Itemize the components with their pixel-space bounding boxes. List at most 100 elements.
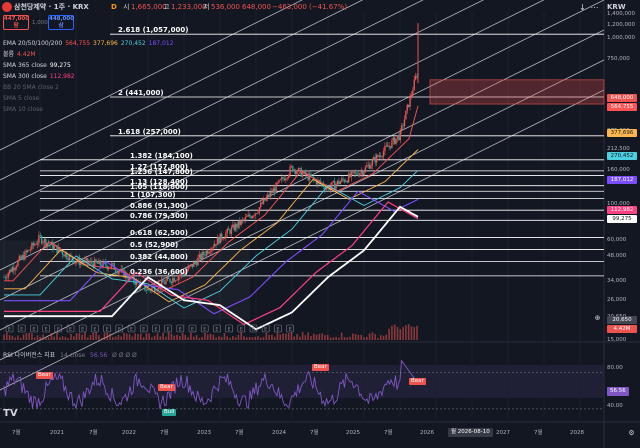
volume-bar <box>156 333 159 340</box>
candle-body <box>339 181 341 185</box>
arrow-down-icon[interactable]: ↓ <box>578 3 587 12</box>
chart-canvas[interactable]: EEEEEEEEEEEEEEEEEEEEEEEE <box>0 0 640 448</box>
tradingview-logo[interactable]: TV <box>3 409 18 419</box>
time-axis-label: 7월 <box>12 430 21 436</box>
indicator-row[interactable]: SMA 10 close <box>3 106 43 114</box>
volume-bar <box>181 333 184 340</box>
candle-body <box>38 235 40 243</box>
volume-bar <box>72 336 75 340</box>
candle-body <box>375 154 378 163</box>
volume-bar <box>248 337 251 340</box>
time-axis-label: 2022 <box>122 430 136 436</box>
candle-body <box>265 197 268 201</box>
plus-icon[interactable]: ⊕ <box>593 314 602 323</box>
fib-level-label: 1.236 (147,800) <box>130 167 193 176</box>
indicator-row[interactable]: 볼륨 4.42M <box>3 51 36 59</box>
candle-body <box>209 251 212 253</box>
volume-bar <box>145 333 148 340</box>
volume-bar <box>382 335 385 340</box>
candle-body <box>290 166 293 167</box>
shade-region <box>0 240 250 319</box>
settings-icon[interactable]: ⚙ <box>627 429 636 438</box>
price-axis-tick: 60,000 <box>607 237 627 244</box>
buy-button[interactable]: 448,000 삼 <box>48 15 74 30</box>
volume-bar <box>75 333 78 340</box>
candle-body <box>167 277 170 279</box>
volume-bar <box>81 334 83 340</box>
more-icon[interactable]: ⋯ <box>590 3 599 12</box>
candle-body <box>215 244 217 246</box>
candle-body <box>11 267 14 272</box>
candle-body <box>42 242 44 244</box>
time-axis-label: 2027 <box>496 430 510 436</box>
volume-bar <box>410 326 413 340</box>
volume-bar <box>139 333 142 340</box>
volume-bar <box>326 334 329 340</box>
candle-body <box>251 216 254 219</box>
volume-bar <box>296 334 298 340</box>
candle-body <box>202 252 205 255</box>
indicator-name: SMA 300 close <box>3 73 47 80</box>
volume-bar <box>103 332 106 340</box>
candle-body <box>85 258 88 260</box>
sell-button[interactable]: 447,000 팜 <box>3 15 29 30</box>
candle-body <box>278 180 280 183</box>
volume-bar <box>368 333 371 340</box>
candle-body <box>18 256 21 261</box>
time-axis-label: 2025 <box>346 430 360 436</box>
indicator-row[interactable]: SMA 365 close 99,275 <box>3 62 71 70</box>
candle-body <box>247 214 249 217</box>
volume-bar <box>142 337 145 340</box>
candle-body <box>396 135 399 139</box>
candle-body <box>236 223 238 228</box>
volume-bar <box>287 333 290 340</box>
volume-bar <box>338 337 340 340</box>
indicator-row[interactable]: SMA 5 close <box>3 95 39 103</box>
volume-bar <box>290 332 293 340</box>
rsi-value: 56.56 <box>90 352 108 359</box>
volume-bar <box>84 332 86 340</box>
candle-body <box>336 180 339 184</box>
price-axis-tick: 34,000 <box>607 278 627 285</box>
fib-level-label: 0.5 (52,900) <box>130 241 179 250</box>
rsi-divergence-label: Bull <box>162 409 177 416</box>
candle-body <box>272 188 275 193</box>
candle-body <box>61 251 64 255</box>
candle-body <box>60 250 62 252</box>
indicator-row[interactable]: EMA 20/50/100/200 564,755 377,696 270,452 18… <box>3 40 173 48</box>
volume-bar <box>243 336 245 340</box>
candle-body <box>271 191 273 193</box>
sell-price: 447,000 <box>4 16 30 22</box>
volume-bar <box>148 333 150 340</box>
candle-body <box>96 262 99 264</box>
candle-body <box>363 172 365 175</box>
candle-body <box>377 154 379 157</box>
candle-body <box>250 216 252 219</box>
volume-bar <box>170 333 173 340</box>
volume-bar <box>198 337 201 340</box>
candle-body <box>280 177 283 180</box>
volume-bar <box>92 332 95 340</box>
time-axis-label: 2026 <box>420 430 434 436</box>
candle-body <box>308 173 311 181</box>
volume-bar <box>229 337 231 340</box>
candle-body <box>412 90 414 95</box>
volume-bar <box>218 336 220 340</box>
rsi-legend[interactable]: RSI 다이버전스 지표 14 close 56.56 Ø Ø Ø Ø <box>3 352 137 360</box>
candle-body <box>384 145 386 152</box>
chart-container[interactable]: E E E E E E E E E E E E E E E E E E E E E E E E 삼천당제약 · 1주 · KR… <box>0 0 640 448</box>
rsi-divergence-label: Bear <box>312 364 329 371</box>
candle-body <box>364 167 367 173</box>
candle-body <box>381 156 383 158</box>
symbol-title[interactable]: 삼천당제약 · 1주 · KRX <box>14 3 89 12</box>
indicator-row[interactable]: BB 20 SMA close 2 <box>3 84 59 92</box>
volume-bar <box>112 337 114 340</box>
indicator-row[interactable]: SMA 300 close 112,982 <box>3 73 75 81</box>
earnings-marker-label: E <box>228 327 231 333</box>
volume-bar <box>307 332 309 340</box>
candle-body <box>293 169 295 172</box>
volume-bar <box>123 332 125 340</box>
volume-bar <box>3 334 5 340</box>
volume-bar <box>304 335 307 340</box>
candle-body <box>75 261 78 263</box>
